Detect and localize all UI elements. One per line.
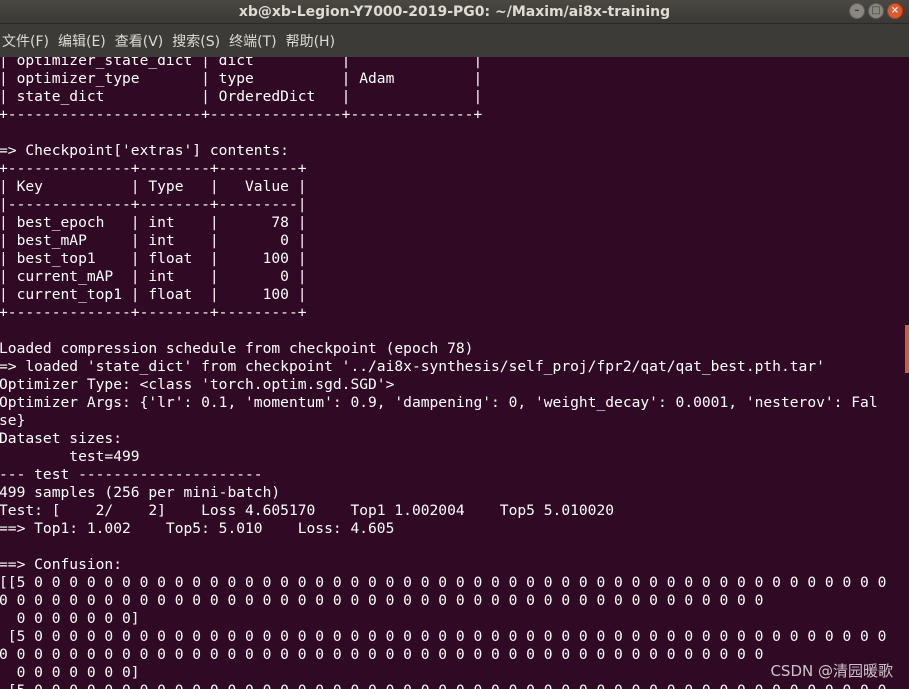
close-button[interactable]: × [887, 3, 903, 19]
menu-file[interactable]: 文件(F) [0, 31, 55, 51]
terminal-line: | best_top1 | float | 100 | [0, 250, 307, 267]
terminal-line: +--------------+--------+---------+ [0, 160, 307, 177]
maximize-icon: □ [871, 5, 881, 16]
terminal-line: | Key | Type | Value | [0, 178, 307, 195]
minimize-icon: – [854, 5, 860, 16]
menu-terminal[interactable]: 终端(T) [226, 31, 282, 51]
terminal-line: | current_top1 | float | 100 | [0, 286, 307, 303]
terminal-text: | optimizer_state_dict | dict | | | optim… [0, 57, 886, 689]
menu-bar: 文件(F) 编辑(E) 查看(V) 搜索(S) 终端(T) 帮助(H) [0, 24, 909, 57]
terminal-line: => loaded 'state_dict' from checkpoint '… [0, 358, 825, 375]
terminal-line: | optimizer_state_dict | dict | | [0, 57, 483, 69]
terminal-line: 0 0 0 0 0 0 0 0 0 0 0 0 0 0 0 0 0 0 0 0 … [0, 646, 764, 663]
terminal-line: +--------------+--------+---------+ [0, 304, 307, 321]
terminal-line: | state_dict | OrderedDict | | [0, 88, 483, 105]
terminal-line: |--------------+--------+---------| [0, 196, 307, 213]
maximize-button[interactable]: □ [868, 3, 884, 19]
terminal-line: Dataset sizes: [0, 430, 123, 447]
terminal-line: Optimizer Type: <class 'torch.optim.sgd.… [0, 376, 395, 393]
terminal-line: | optimizer_type | type | Adam | [0, 70, 483, 87]
terminal-line: +----------------------+---------------+… [0, 106, 483, 123]
terminal-line: Test: [ 2/ 2] Loss 4.605170 Top1 1.00200… [0, 502, 615, 519]
terminal-line: Loaded compression schedule from checkpo… [0, 340, 474, 357]
minimize-button[interactable]: – [849, 3, 865, 19]
menu-search[interactable]: 搜索(S) [169, 31, 226, 51]
close-icon: × [890, 5, 900, 16]
window-controls: – □ × [849, 3, 903, 19]
scrollbar-indicator[interactable] [905, 325, 909, 373]
terminal-line: test=499 [0, 448, 140, 465]
terminal-line: 499 samples (256 per mini-batch) [0, 484, 281, 501]
terminal-line: [5 0 0 0 0 0 0 0 0 0 0 0 0 0 0 0 0 0 0 0… [0, 628, 887, 645]
terminal-line: ==> Top1: 1.002 Top5: 5.010 Loss: 4.605 [0, 520, 395, 537]
terminal-line: --- test --------------------- [0, 466, 263, 483]
terminal-line: 0 0 0 0 0 0 0] [0, 610, 140, 627]
window-titlebar[interactable]: xb@xb-Legion-Y7000-2019-PG0: ~/Maxim/ai8… [0, 0, 909, 24]
terminal-line: | current_mAP | int | 0 | [0, 268, 307, 285]
terminal-output-area[interactable]: | optimizer_state_dict | dict | | | optim… [0, 57, 909, 689]
menu-edit[interactable]: 编辑(E) [55, 31, 112, 51]
terminal-line: => Checkpoint['extras'] contents: [0, 142, 289, 159]
terminal-line: ==> Confusion: [0, 556, 123, 573]
watermark: CSDN @清园暖歌 [770, 662, 893, 680]
terminal-line: [[5 0 0 0 0 0 0 0 0 0 0 0 0 0 0 0 0 0 0 … [0, 574, 887, 591]
menu-help[interactable]: 帮助(H) [283, 31, 341, 51]
terminal-line: 0 0 0 0 0 0 0] [0, 664, 140, 681]
terminal-line: 0 0 0 0 0 0 0 0 0 0 0 0 0 0 0 0 0 0 0 0 … [0, 592, 764, 609]
menu-view[interactable]: 查看(V) [112, 31, 170, 51]
terminal-line: se} [0, 412, 26, 429]
window-title: xb@xb-Legion-Y7000-2019-PG0: ~/Maxim/ai8… [238, 3, 671, 20]
terminal-line: [5 0 0 0 0 0 0 0 0 0 0 0 0 0 0 0 0 0 0 0… [0, 682, 887, 689]
terminal-line: | best_mAP | int | 0 | [0, 232, 307, 249]
terminal-line: Optimizer Args: {'lr': 0.1, 'momentum': … [0, 394, 878, 411]
terminal-line: | best_epoch | int | 78 | [0, 214, 307, 231]
